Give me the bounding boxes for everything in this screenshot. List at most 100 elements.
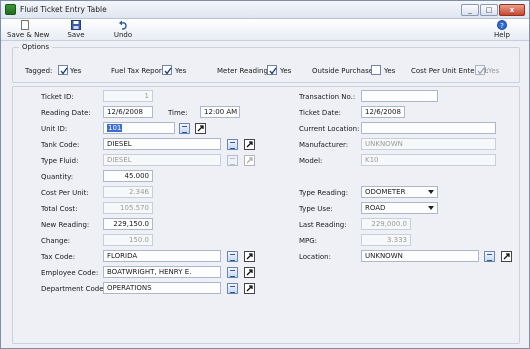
goto-arrow-icon <box>246 269 253 276</box>
cost-per-unit-entered-checkbox <box>475 65 485 75</box>
reading-date-field[interactable]: 12/6/2008 <box>103 106 153 118</box>
last-reading-label: Last Reading: <box>299 221 347 229</box>
quantity-label: Quantity: <box>41 173 74 181</box>
type-fluid-label: Type Fluid: <box>41 157 79 165</box>
new-reading-field[interactable]: 229,150.0 <box>103 218 153 230</box>
save-new-label: Save & New <box>7 31 50 39</box>
tax-code-goto-button[interactable] <box>244 251 255 262</box>
window-title: Fluid Ticket Entry Table <box>20 5 107 14</box>
unit-id-goto-button[interactable] <box>195 123 206 134</box>
type-use-label: Type Use: <box>299 205 333 213</box>
change-label: Change: <box>41 237 71 245</box>
cost-per-unit-label: Cost Per Unit: <box>41 189 89 197</box>
svg-text:?: ? <box>500 22 504 30</box>
chevron-down-icon <box>428 206 434 210</box>
mpg-field: 3.333 <box>361 234 411 246</box>
transaction-no-field[interactable] <box>361 90 438 102</box>
employee-code-goto-button[interactable] <box>244 267 255 278</box>
ticket-date-label: Ticket Date: <box>299 109 342 117</box>
meter-reading-checkbox[interactable] <box>267 65 277 75</box>
current-location-label: Current Location: <box>299 125 360 133</box>
tagged-checkbox[interactable] <box>58 65 68 75</box>
type-use-select[interactable]: ROAD <box>361 202 438 214</box>
meter-reading-value: Yes <box>280 67 292 75</box>
model-label: Model: <box>299 157 323 165</box>
save-new-icon <box>21 20 29 30</box>
undo-button[interactable]: Undo <box>112 20 134 39</box>
goto-arrow-icon <box>246 141 253 148</box>
tank-code-goto-button[interactable] <box>244 139 255 150</box>
location-field[interactable]: UNKNOWN <box>361 250 479 262</box>
type-fluid-goto-button <box>244 155 255 166</box>
ticket-date-field[interactable]: 12/6/2008 <box>361 106 405 118</box>
minimize-button[interactable]: _ <box>461 4 479 16</box>
type-fluid-lookup-button <box>227 155 238 166</box>
department-code-goto-button[interactable] <box>244 283 255 294</box>
employee-code-label: Employee Code: <box>41 269 99 277</box>
toolbar: Save & New Save Undo ? Help <box>1 19 529 41</box>
manufacturer-field: UNKNOWN <box>361 138 496 150</box>
outside-purchase-value: Yes <box>384 67 396 75</box>
location-goto-button[interactable] <box>501 251 512 262</box>
help-button[interactable]: ? Help <box>491 20 513 39</box>
meter-reading-label: Meter Reading: <box>217 67 271 75</box>
goto-arrow-icon <box>246 253 253 260</box>
tank-code-field[interactable]: DIESEL <box>103 138 221 150</box>
check-icon <box>477 67 485 75</box>
undo-icon <box>119 20 127 30</box>
ticket-id-field: 1 <box>103 90 153 102</box>
options-title: Options <box>19 43 53 51</box>
goto-arrow-icon <box>197 125 204 132</box>
last-reading-field: 229,000.0 <box>361 218 411 230</box>
title-bar: Fluid Ticket Entry Table _ □ x <box>1 1 529 19</box>
help-icon: ? <box>497 20 507 30</box>
mpg-label: MPG: <box>299 237 318 245</box>
unit-id-value: 101 <box>107 124 123 132</box>
tagged-label: Tagged: <box>25 67 53 75</box>
close-button[interactable]: x <box>499 4 525 16</box>
employee-code-lookup-button[interactable] <box>227 267 238 278</box>
location-label: Location: <box>299 253 331 261</box>
model-field: K10 <box>361 154 496 166</box>
total-cost-label: Total Cost: <box>41 205 78 213</box>
goto-arrow-icon <box>503 253 510 260</box>
check-icon <box>269 67 277 75</box>
location-lookup-button[interactable] <box>484 251 495 262</box>
check-icon <box>164 67 172 75</box>
type-reading-select[interactable]: ODOMETER <box>361 186 438 198</box>
tank-code-lookup-button[interactable] <box>227 139 238 150</box>
change-field: 150.0 <box>103 234 153 246</box>
save-button[interactable]: Save <box>65 20 87 39</box>
type-reading-label: Type Reading: <box>299 189 349 197</box>
department-code-field[interactable]: OPERATIONS <box>103 282 221 294</box>
app-icon <box>5 4 16 15</box>
type-use-value: ROAD <box>365 204 386 212</box>
maximize-button[interactable]: □ <box>480 4 498 16</box>
unit-id-lookup-button[interactable] <box>179 123 190 134</box>
unit-id-field[interactable]: 101 <box>103 122 175 134</box>
fluid-ticket-window: Fluid Ticket Entry Table _ □ x Save & Ne… <box>0 0 530 349</box>
ticket-id-label: Ticket ID: <box>41 93 74 101</box>
current-location-field[interactable] <box>361 122 496 134</box>
goto-arrow-icon <box>246 285 253 292</box>
cost-per-unit-field: 2.346 <box>103 186 153 198</box>
check-icon <box>60 67 68 75</box>
outside-purchase-checkbox[interactable] <box>371 65 381 75</box>
department-code-lookup-button[interactable] <box>227 283 238 294</box>
fuel-tax-checkbox[interactable] <box>162 65 172 75</box>
save-new-button[interactable]: Save & New <box>7 20 50 39</box>
tax-code-label: Tax Code: <box>41 253 76 261</box>
employee-code-field[interactable]: BOATWRIGHT, HENRY E. <box>103 266 221 278</box>
time-label: Time: <box>168 109 188 117</box>
time-field[interactable]: 12:00 AM <box>200 106 240 118</box>
tax-code-lookup-button[interactable] <box>227 251 238 262</box>
new-reading-label: New Reading: <box>41 221 90 229</box>
tagged-value: Yes <box>70 67 82 75</box>
tax-code-field[interactable]: FLORIDA <box>103 250 221 262</box>
cost-per-unit-entered-value: Yes <box>488 67 500 75</box>
help-label: Help <box>494 31 510 39</box>
save-label: Save <box>67 31 85 39</box>
quantity-field[interactable]: 45.000 <box>103 170 153 182</box>
reading-date-label: Reading Date: <box>41 109 91 117</box>
unit-id-label: Unit ID: <box>41 125 68 133</box>
